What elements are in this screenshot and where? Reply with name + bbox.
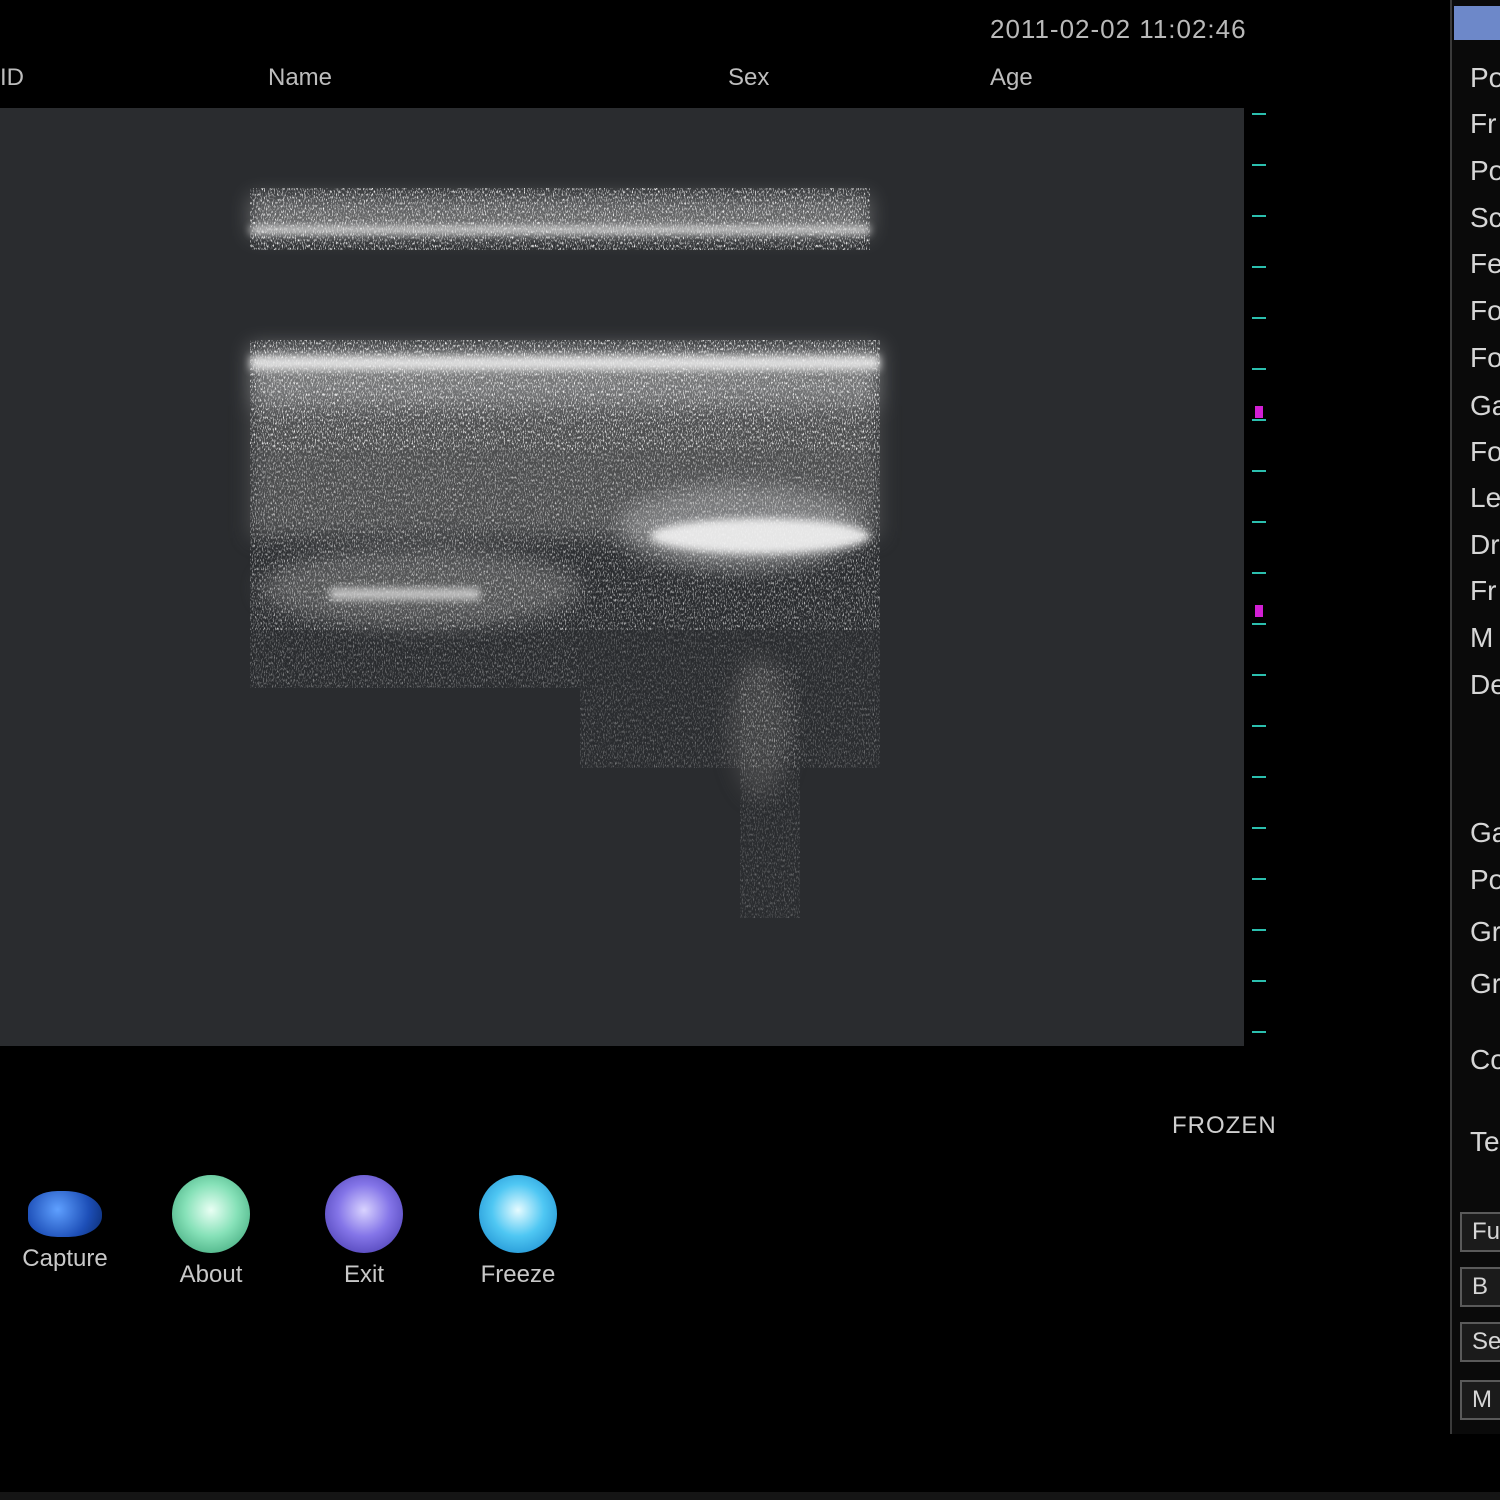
patient-sex-label: Sex	[728, 64, 770, 91]
patient-age-label: Age	[990, 64, 1033, 91]
about-label: About	[179, 1261, 243, 1288]
capture-button[interactable]: Capture	[0, 1175, 130, 1305]
freeze-label: Freeze	[480, 1261, 556, 1288]
sidebar-item[interactable]: Gr	[1470, 968, 1500, 1000]
sidebar-item[interactable]: Gr	[1470, 916, 1500, 948]
ultrasound-image-area[interactable]	[0, 108, 1244, 1046]
about-button[interactable]: About	[146, 1175, 276, 1305]
freeze-button[interactable]: Freeze	[453, 1175, 583, 1305]
sidebar-item[interactable]: Fo	[1470, 436, 1500, 468]
sidebar-item[interactable]: Fr	[1470, 108, 1496, 140]
freeze-icon	[479, 1175, 557, 1253]
date-time: 2011-02-02 11:02:46	[990, 14, 1247, 44]
capture-icon	[28, 1191, 102, 1237]
sidebar-item[interactable]: Ga	[1470, 817, 1500, 849]
focus-marker[interactable]	[1255, 605, 1263, 617]
capture-label: Capture	[22, 1245, 108, 1272]
sidebar-item[interactable]: Po	[1470, 62, 1500, 94]
sidebar-item[interactable]: Fo	[1470, 295, 1500, 327]
sidebar-item[interactable]: Po	[1470, 155, 1500, 187]
sidebar-item[interactable]: M	[1470, 622, 1493, 654]
frozen-status: FROZEN	[1172, 1112, 1277, 1139]
sidebar-button[interactable]: Fu	[1460, 1212, 1500, 1252]
exit-label: Exit	[343, 1261, 384, 1288]
sidebar-item[interactable]: Co	[1470, 1044, 1500, 1076]
sidebar-item[interactable]: Sc	[1470, 202, 1500, 234]
patient-name-label: Name	[268, 64, 333, 91]
sidebar-item[interactable]: Le	[1470, 482, 1500, 514]
sidebar-item[interactable]: Te	[1470, 1126, 1500, 1158]
exit-button[interactable]: Exit	[299, 1175, 429, 1305]
depth-scale	[1252, 113, 1266, 1033]
exit-icon	[325, 1175, 403, 1253]
ultrasound-image	[250, 188, 880, 918]
sidebar-item[interactable]: Dr	[1470, 529, 1500, 561]
patient-id-label: ID	[0, 64, 24, 91]
sidebar-button[interactable]: B	[1460, 1267, 1500, 1307]
sidebar-button[interactable]: M	[1460, 1380, 1500, 1420]
sidebar-header	[1454, 6, 1500, 40]
parameter-sidebar: Po Fr Po Sc Fe Fo Fo Ga Fo Le Dr Fr M De…	[1450, 0, 1500, 1434]
sidebar-item[interactable]: Po	[1470, 864, 1500, 896]
sidebar-item[interactable]: Fe	[1470, 248, 1500, 280]
bottom-border	[0, 1492, 1500, 1500]
focus-marker[interactable]	[1255, 406, 1263, 418]
sidebar-button[interactable]: Se	[1460, 1322, 1500, 1362]
sidebar-item[interactable]: Fr	[1470, 575, 1496, 607]
sidebar-item[interactable]: De	[1470, 669, 1500, 701]
about-icon	[172, 1175, 250, 1253]
sidebar-item[interactable]: Ga	[1470, 390, 1500, 422]
sidebar-item[interactable]: Fo	[1470, 342, 1500, 374]
